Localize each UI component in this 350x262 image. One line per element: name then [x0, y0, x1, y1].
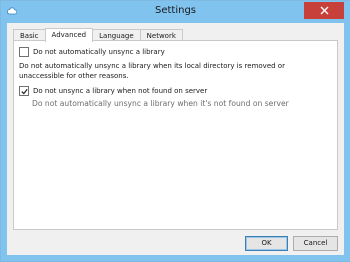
option-not-found-row[interactable]: Do not unsync a library when not found o… — [19, 86, 207, 96]
not-found-label: Do not unsync a library when not found o… — [33, 87, 208, 95]
close-icon — [320, 6, 328, 15]
cancel-button[interactable]: Cancel — [293, 236, 338, 251]
checkmark-icon — [20, 88, 28, 95]
not-found-checkbox[interactable] — [19, 86, 29, 96]
option-unsync-row[interactable]: Do not automatically unsync a library — [19, 47, 165, 57]
tab-advanced[interactable]: Advanced — [44, 28, 94, 42]
not-found-description: Do not automatically unsync a library wh… — [32, 99, 289, 108]
settings-window: Settings Basic Advanced Language Network… — [0, 0, 350, 262]
title-bar[interactable]: Settings — [1, 1, 350, 22]
window-title: Settings — [154, 5, 196, 16]
dialog-body: Basic Advanced Language Network Do not a… — [7, 23, 344, 255]
ok-button[interactable]: OK — [245, 236, 288, 251]
unsync-description: Do not automatically unsync a library wh… — [19, 62, 285, 80]
advanced-panel: Do not automatically unsync a library Do… — [13, 40, 338, 230]
close-button[interactable] — [304, 2, 344, 19]
unsync-checkbox[interactable] — [19, 47, 29, 57]
unsync-label: Do not automatically unsync a library — [33, 48, 165, 56]
